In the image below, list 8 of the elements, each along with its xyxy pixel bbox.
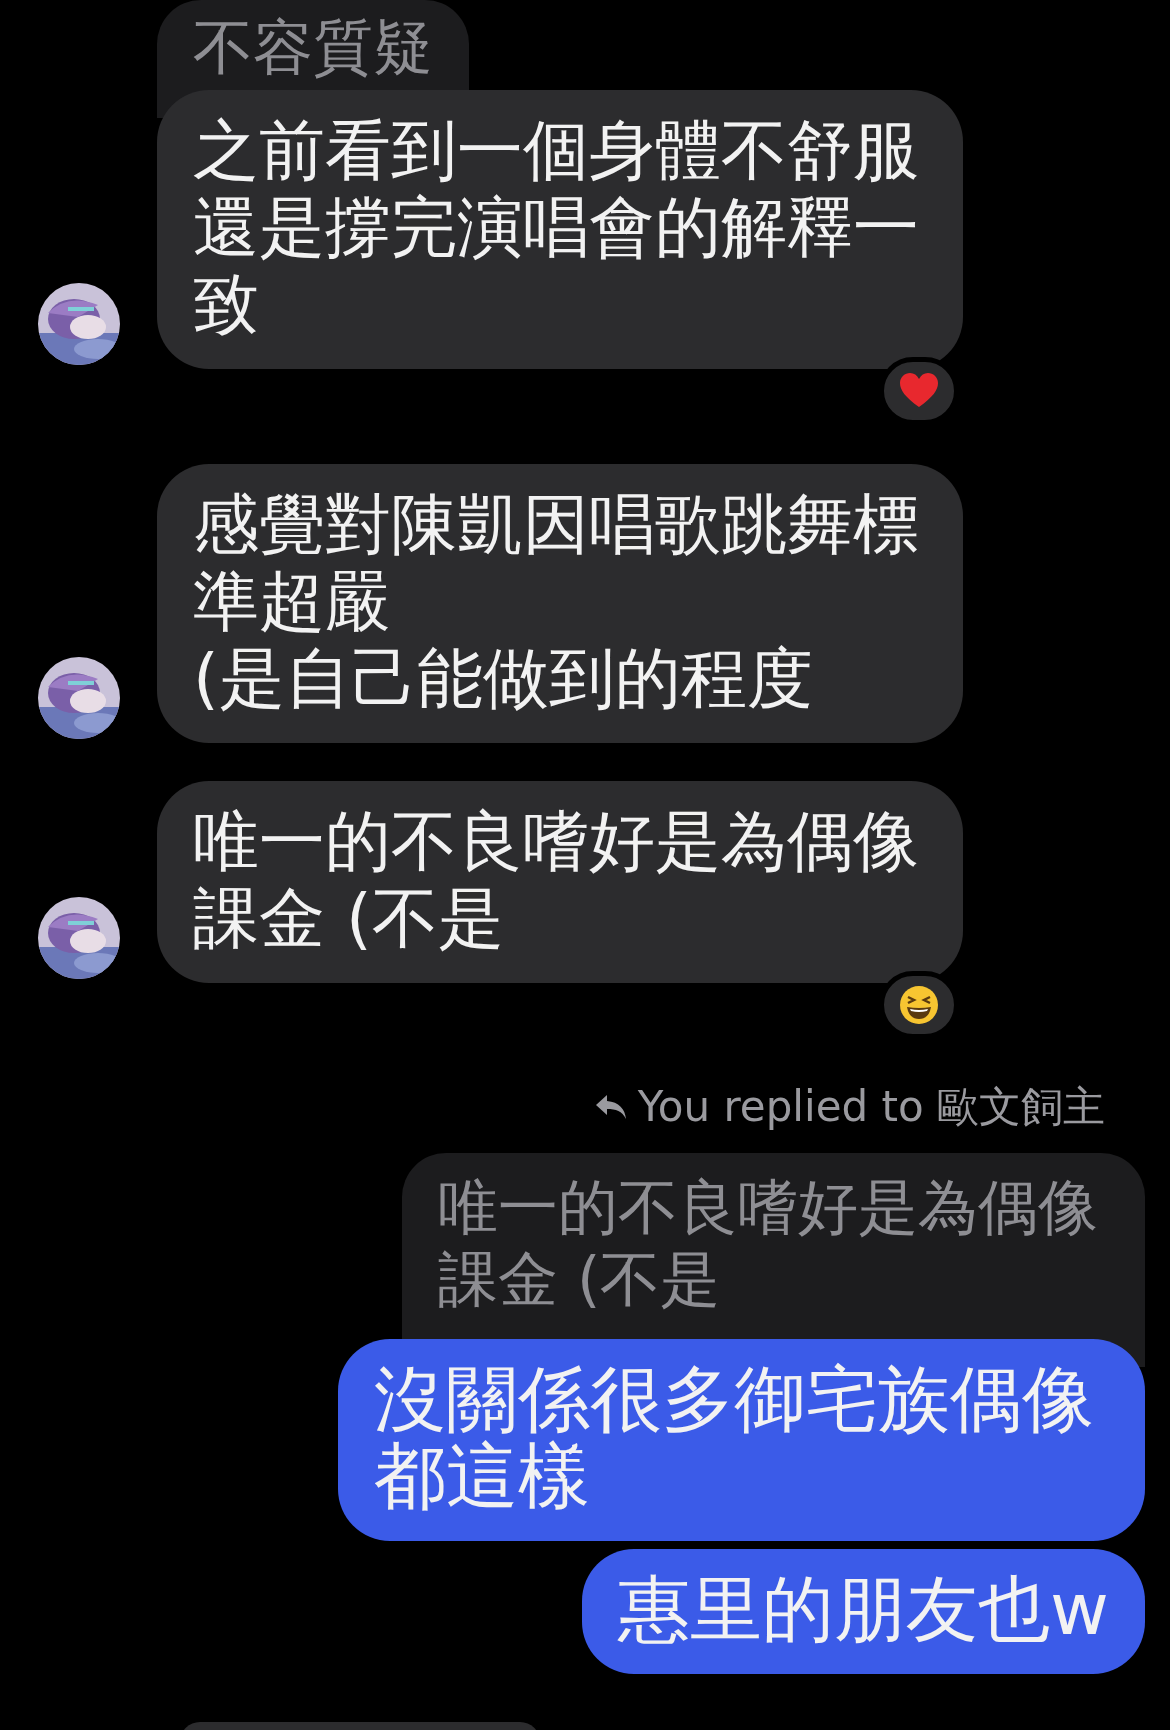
message-bubble: 感覺對陳凱因唱歌跳舞標準超嚴 (是自己能做到的程度 — [157, 464, 963, 743]
reply-label: You replied to 歐文飼主 — [637, 1081, 1105, 1133]
laughing-face-icon — [899, 985, 939, 1025]
heart-icon — [899, 373, 939, 409]
message-bubble: 之前看到一個身體不舒服還是撐完演唱會的解釋一致 — [157, 90, 963, 369]
message-bubble: 惠里的朋友也w — [582, 1549, 1145, 1674]
message-bubble: 沒關係很多御宅族偶像都這樣 — [338, 1339, 1145, 1541]
message-bubble: 唯一的不良嗜好是為偶像課金 (不是 — [157, 781, 963, 983]
